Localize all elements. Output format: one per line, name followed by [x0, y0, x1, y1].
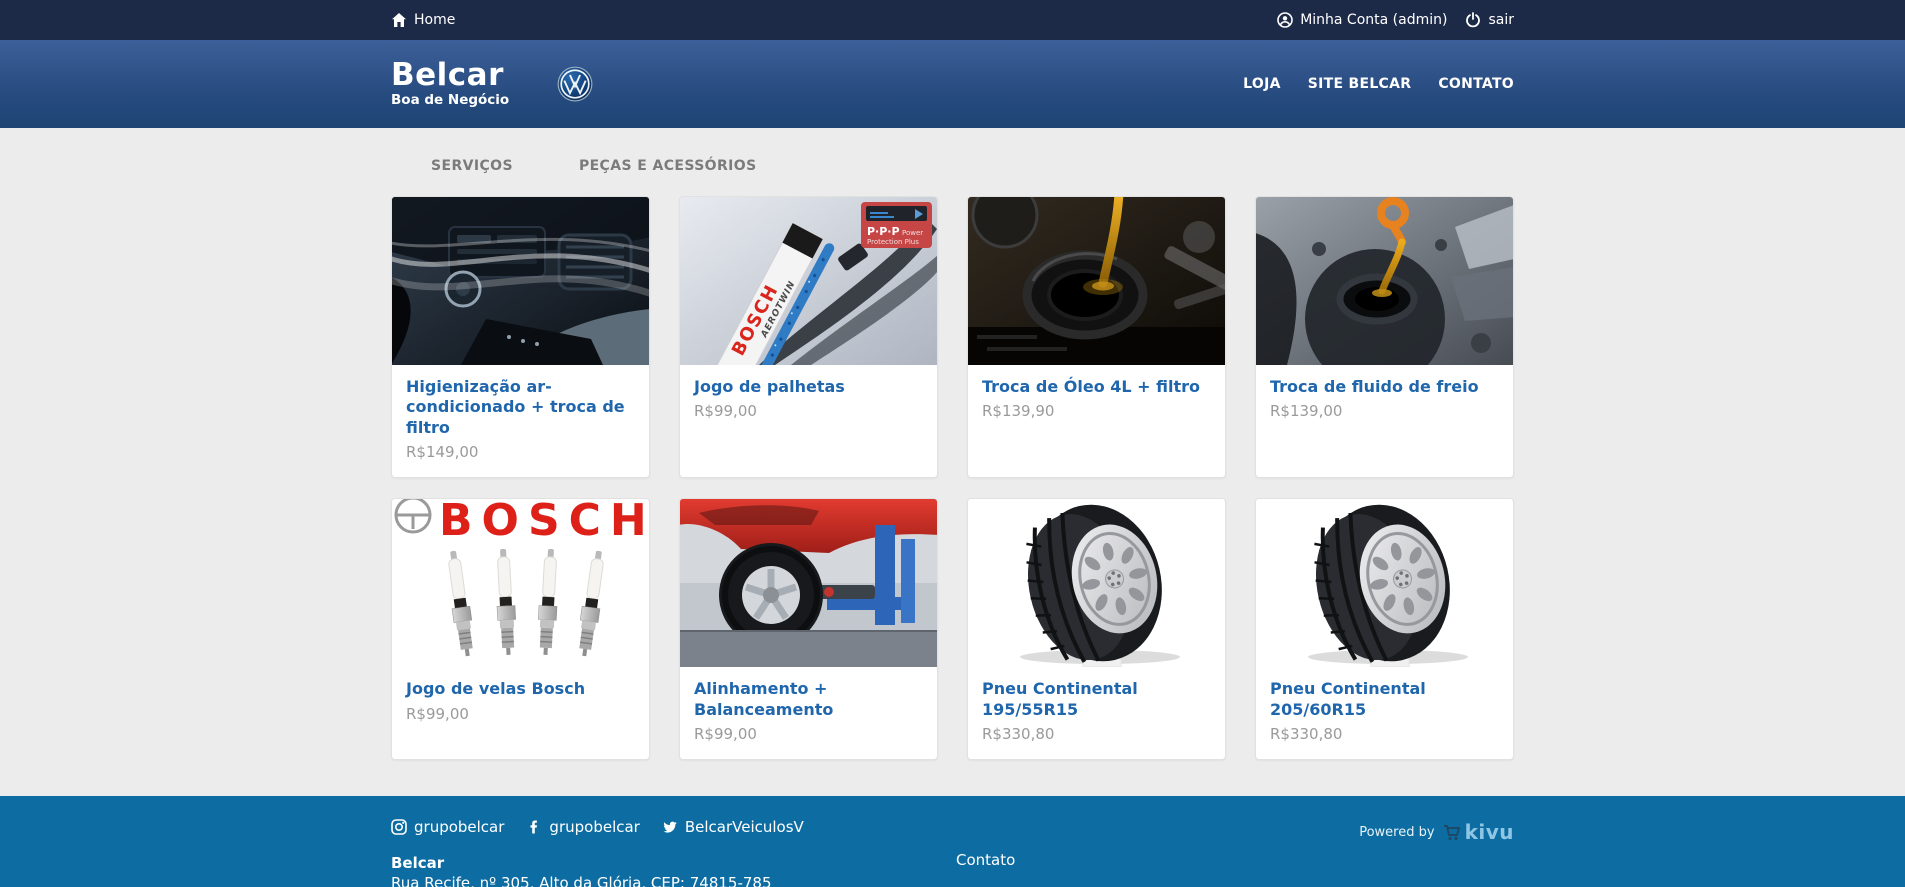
kivu-brand-text: kivu	[1465, 820, 1514, 844]
instagram-link[interactable]: grupobelcar	[391, 818, 504, 836]
account-link[interactable]: Minha Conta (admin)	[1277, 12, 1447, 28]
product-card-higienizacao[interactable]: Higienização ar-condicionado + troca de …	[391, 196, 650, 478]
home-link[interactable]: Home	[391, 12, 455, 28]
main-content: SERVIÇOS PEÇAS E ACESSÓRIOS	[0, 128, 1905, 796]
product-image-wheel-alignment	[680, 499, 937, 667]
product-image-tire	[968, 499, 1225, 667]
main-nav: LOJA SITE BELCAR CONTATO	[1243, 76, 1514, 92]
ppp-badge: P·P·P Power Protection Plus	[861, 202, 932, 248]
product-image-oil-pour	[968, 197, 1225, 365]
social-links: grupobelcar grupobelcar BelcarVeiculosV	[391, 818, 956, 836]
kivu-logo-link[interactable]: kivu	[1442, 820, 1514, 844]
product-price: R$330,80	[982, 725, 1211, 743]
product-card-fluido-freio[interactable]: Troca de fluido de freio R$139,00	[1255, 196, 1514, 478]
product-card-troca-oleo[interactable]: Troca de Óleo 4L + filtro R$139,90	[967, 196, 1226, 478]
product-image-brake-fluid	[1256, 197, 1513, 365]
footer-address-line: Rua Recife, nº 305, Alto da Glória, CEP:…	[391, 873, 956, 887]
product-image-wiper-blades: BOSCH AEROTWIN P·P·P Power Protection Pl…	[680, 197, 937, 365]
product-title[interactable]: Pneu Continental 195/55R15	[982, 679, 1211, 720]
product-card-pneu-195[interactable]: Pneu Continental 195/55R15 R$330,80	[967, 498, 1226, 760]
instagram-icon	[391, 819, 407, 835]
power-icon	[1465, 12, 1481, 28]
logout-link[interactable]: sair	[1465, 12, 1514, 28]
header: Belcar Boa de Negócio LOJA SITE BELCAR C…	[0, 40, 1905, 128]
product-card-palhetas[interactable]: BOSCH AEROTWIN P·P·P Power Protection Pl…	[679, 196, 938, 478]
product-title[interactable]: Higienização ar-condicionado + troca de …	[406, 377, 635, 438]
twitter-link[interactable]: BelcarVeiculosV	[662, 818, 804, 836]
product-title[interactable]: Troca de Óleo 4L + filtro	[982, 377, 1211, 397]
logout-label: sair	[1488, 12, 1514, 28]
product-grid: Higienização ar-condicionado + troca de …	[391, 196, 1514, 760]
tab-pecas-acessorios[interactable]: PEÇAS E ACESSÓRIOS	[579, 158, 757, 174]
product-card-pneu-205[interactable]: Pneu Continental 205/60R15 R$330,80	[1255, 498, 1514, 760]
product-price: R$99,00	[694, 402, 923, 420]
powered-by-label: Powered by	[1359, 825, 1434, 840]
brand-name: Belcar	[391, 60, 509, 91]
footer-address: Belcar Rua Recife, nº 305, Alto da Glóri…	[391, 853, 956, 887]
product-price: R$139,00	[1270, 402, 1499, 420]
product-image-tire	[1256, 499, 1513, 667]
nav-loja[interactable]: LOJA	[1243, 76, 1281, 92]
product-title[interactable]: Troca de fluido de freio	[1270, 377, 1499, 397]
product-price: R$139,90	[982, 402, 1211, 420]
badge-power-text: Power	[902, 229, 923, 237]
home-icon	[391, 12, 407, 28]
product-title[interactable]: Jogo de velas Bosch	[406, 679, 635, 699]
user-circle-icon	[1277, 12, 1293, 28]
account-label: Minha Conta (admin)	[1300, 12, 1447, 28]
facebook-label: grupobelcar	[549, 818, 639, 836]
instagram-label: grupobelcar	[414, 818, 504, 836]
category-tabs: SERVIÇOS PEÇAS E ACESSÓRIOS	[391, 158, 1514, 174]
product-image-car-dashboard-ac	[392, 197, 649, 365]
product-card-alinhamento[interactable]: Alinhamento + Balanceamento R$99,00	[679, 498, 938, 760]
tab-servicos[interactable]: SERVIÇOS	[431, 158, 513, 174]
twitter-icon	[662, 819, 678, 835]
nav-contato[interactable]: CONTATO	[1438, 76, 1514, 92]
footer-company-name: Belcar	[391, 853, 956, 873]
twitter-label: BelcarVeiculosV	[685, 818, 804, 836]
footer: grupobelcar grupobelcar BelcarVeiculosV …	[0, 796, 1905, 887]
powered-by: Powered by kivu	[1359, 818, 1514, 844]
product-title[interactable]: Jogo de palhetas	[694, 377, 923, 397]
brand-logo[interactable]: Belcar Boa de Negócio	[391, 60, 509, 108]
nav-site-belcar[interactable]: SITE BELCAR	[1308, 76, 1412, 92]
brand-tagline: Boa de Negócio	[391, 94, 509, 108]
cart-icon	[1442, 822, 1462, 842]
product-price: R$149,00	[406, 443, 635, 461]
badge-title-text: P·P·P	[867, 225, 900, 238]
product-price: R$99,00	[406, 705, 635, 723]
home-label: Home	[414, 12, 455, 28]
product-image-spark-plugs: BOSCH	[392, 499, 649, 667]
badge-sub-text: Protection Plus	[867, 238, 919, 246]
vw-logo-icon	[557, 66, 593, 102]
footer-contato-link[interactable]: Contato	[956, 851, 1015, 869]
facebook-icon	[526, 819, 542, 835]
product-title[interactable]: Pneu Continental 205/60R15	[1270, 679, 1499, 720]
bosch-plugs-brand-text: BOSCH	[439, 499, 649, 546]
topbar: Home Minha Conta (admin) sair	[0, 0, 1905, 40]
facebook-link[interactable]: grupobelcar	[526, 818, 639, 836]
product-price: R$99,00	[694, 725, 923, 743]
product-card-velas-bosch[interactable]: BOSCH Jogo de velas Bosch	[391, 498, 650, 760]
product-price: R$330,80	[1270, 725, 1499, 743]
product-title[interactable]: Alinhamento + Balanceamento	[694, 679, 923, 720]
